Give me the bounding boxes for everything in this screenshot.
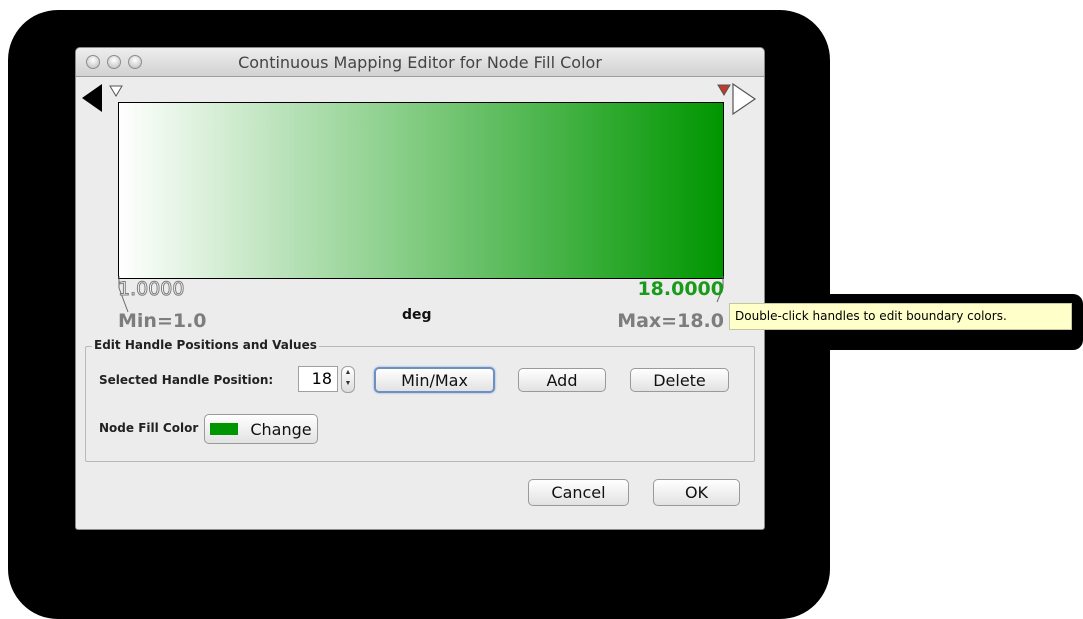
group-legend: Edit Handle Positions and Values — [92, 338, 319, 352]
attribute-label: deg — [402, 307, 432, 323]
right-handle-triangle-icon[interactable] — [717, 83, 731, 97]
left-handle-triangle-icon[interactable] — [109, 84, 123, 98]
min-label: Min=1.0 — [118, 310, 207, 332]
ok-button[interactable]: OK — [653, 479, 740, 506]
color-swatch — [210, 423, 239, 435]
color-gradient-bar[interactable] — [118, 102, 724, 279]
min-max-button[interactable]: Min/Max — [374, 367, 495, 393]
delete-button[interactable]: Delete — [630, 368, 729, 392]
stepper-up-icon[interactable]: ▲ — [342, 367, 354, 378]
window-title: Continuous Mapping Editor for Node Fill … — [238, 53, 602, 72]
position-field[interactable]: 18 — [298, 366, 338, 392]
position-stepper[interactable]: ▲ ▼ — [341, 366, 355, 393]
stepper-down-icon[interactable]: ▼ — [342, 378, 354, 389]
fill-color-label: Node Fill Color — [99, 421, 199, 435]
position-label: Selected Handle Position: — [99, 373, 274, 387]
left-handle-value: 1.0000 — [117, 278, 185, 301]
tooltip: Double-click handles to edit boundary co… — [729, 303, 1072, 330]
right-handle-value: 18.0000 — [637, 278, 724, 300]
add-button[interactable]: Add — [518, 368, 606, 392]
right-arrow-icon[interactable] — [730, 82, 758, 116]
title-bar[interactable]: Continuous Mapping Editor for Node Fill … — [76, 48, 764, 77]
change-label: Change — [250, 419, 312, 439]
edit-handle-group: Edit Handle Positions and Values Selecte… — [85, 338, 755, 462]
mapping-editor-window: Continuous Mapping Editor for Node Fill … — [75, 47, 765, 530]
max-label: Max=18.0 — [617, 310, 724, 332]
cancel-button[interactable]: Cancel — [528, 479, 629, 506]
left-arrow-icon[interactable] — [80, 82, 104, 114]
change-color-button[interactable]: Change — [204, 414, 318, 444]
